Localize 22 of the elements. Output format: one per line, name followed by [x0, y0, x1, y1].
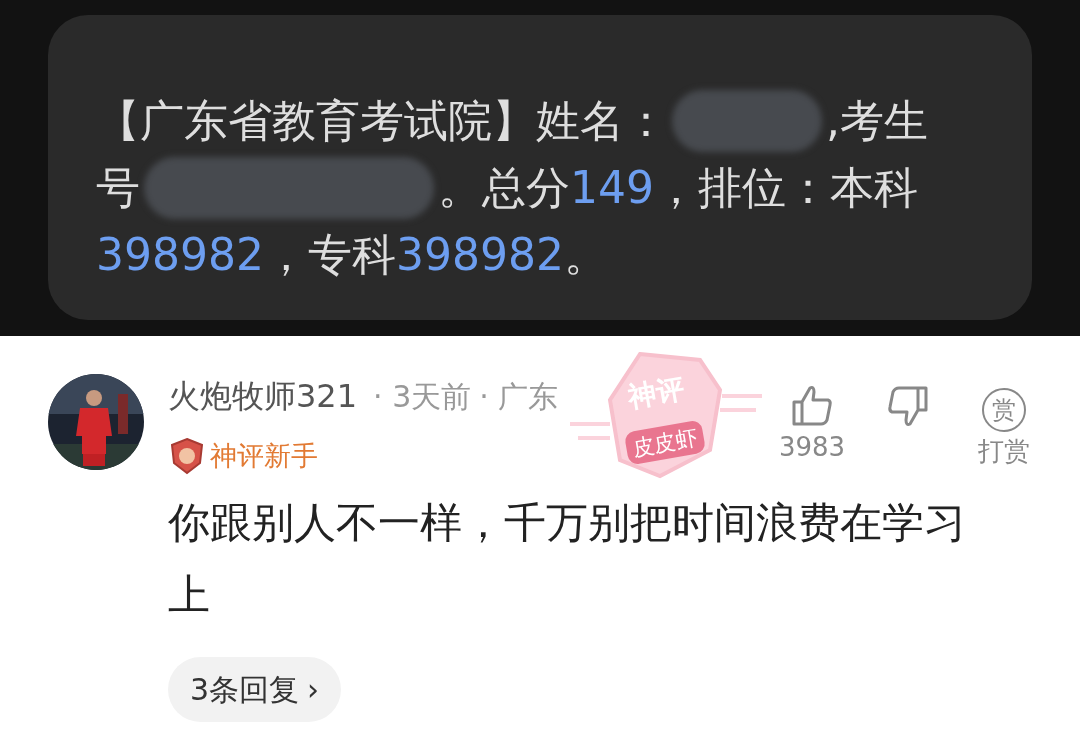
message-text: 。: [563, 227, 608, 282]
location-text: · 广东: [479, 377, 559, 416]
reward-button[interactable]: 赏: [982, 388, 1026, 432]
number-link[interactable]: 398982: [395, 221, 564, 288]
reward-label: 打赏: [978, 435, 1030, 468]
message-text: 。总分: [438, 160, 570, 215]
like-count: 3983: [778, 431, 846, 464]
number-link[interactable]: 149: [570, 154, 654, 221]
number-link[interactable]: 398982: [96, 221, 264, 288]
message-text: 号: [96, 160, 140, 215]
shield-badge-icon: [168, 437, 206, 476]
thumbs-down-icon[interactable]: [886, 384, 930, 428]
user-badge-label: 神评新手: [210, 439, 318, 473]
thumbs-up-icon[interactable]: [790, 384, 834, 428]
username[interactable]: 火炮牧师321: [168, 372, 358, 420]
message-text: ,考生: [826, 93, 928, 148]
message-text: ，专科: [263, 227, 396, 282]
post-time: · 3天前: [373, 377, 472, 416]
message-text: ，排位：本科: [654, 160, 918, 215]
comment-text: 你跟别人不一样，千万别把时间浪费在学习上: [168, 496, 967, 621]
message-text: 【广东省教育考试院】姓名：: [96, 93, 668, 148]
replies-button[interactable]: 3条回复 ›: [168, 656, 342, 722]
